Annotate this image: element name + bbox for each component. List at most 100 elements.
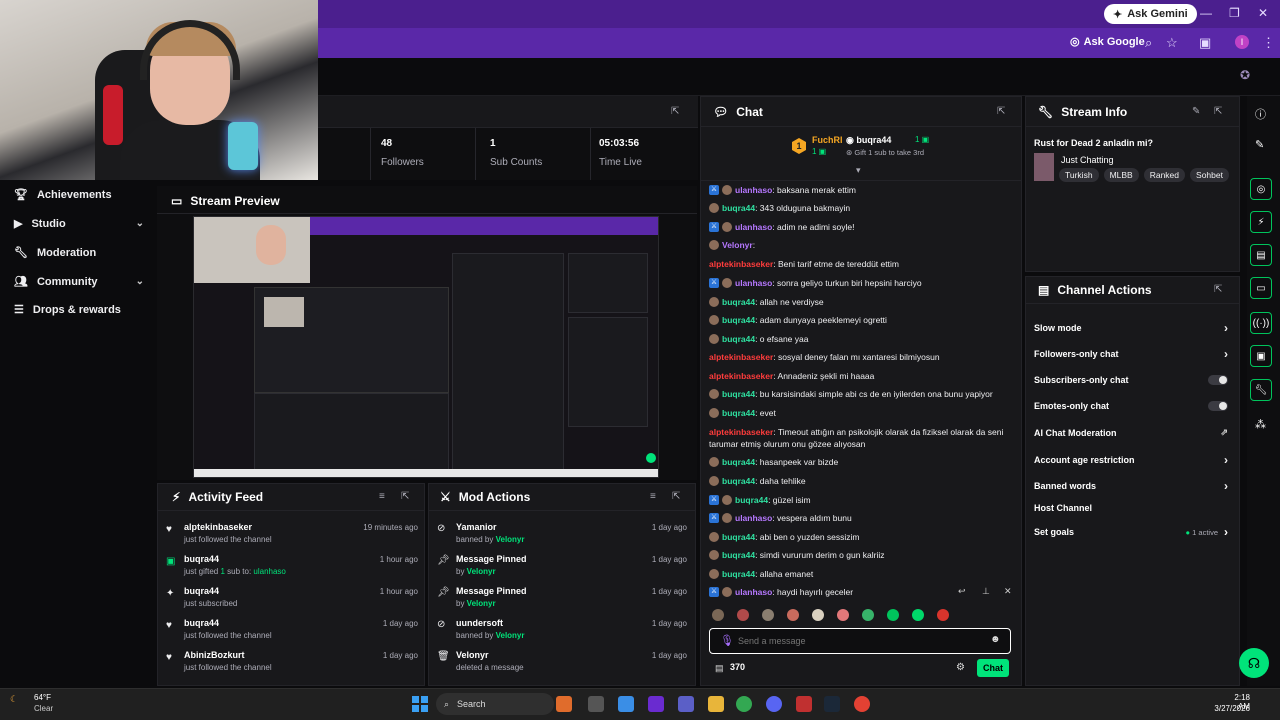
emote-icon[interactable] <box>737 609 749 621</box>
sidepanel-icon[interactable]: ▣ <box>1199 35 1211 51</box>
chat-message[interactable]: buqra44: evet <box>709 407 1015 419</box>
set-goals-row[interactable]: Set goals ● 1 active › <box>1034 525 1228 539</box>
mod-target[interactable]: uundersoft <box>456 618 503 628</box>
rail-button-terminal[interactable]: ▣ <box>1250 345 1272 367</box>
chat-message[interactable]: alptekinbaseker: Beni tarif etme de tere… <box>709 258 1015 270</box>
chat-username[interactable]: ulanhaso <box>735 222 772 232</box>
chat-message[interactable]: alptekinbaseker: Annadeniz şekli mi haaa… <box>709 370 1015 382</box>
filter-icon[interactable]: ≡ <box>379 491 385 502</box>
profile-avatar[interactable]: I <box>1235 35 1249 49</box>
chat-message[interactable]: alptekinbaseker: Timeout attığın an psik… <box>709 426 1015 450</box>
pin-icon[interactable]: ⊥ <box>982 586 990 597</box>
chat-username[interactable]: buqra44 <box>722 550 755 560</box>
emote-icon[interactable] <box>837 609 849 621</box>
subscribers-only-toggle[interactable] <box>1208 375 1228 385</box>
chat-username[interactable]: buqra44 <box>722 334 755 344</box>
chat-username[interactable]: buqra44 <box>722 476 755 486</box>
delete-icon[interactable]: ✕ <box>1004 586 1012 597</box>
minimize-icon[interactable]: — <box>1200 6 1212 20</box>
taskbar-app-icon[interactable] <box>678 696 694 712</box>
chat-username[interactable]: buqra44 <box>722 532 755 542</box>
chat-message[interactable]: ⚔ ulanhaso: baksana merak ettim <box>709 184 1015 196</box>
emote-icon[interactable] <box>862 609 874 621</box>
mic-icon[interactable]: 🎙︎ <box>720 634 734 647</box>
chat-message[interactable]: ⚔ ulanhaso: vespera aldım bunu <box>709 512 1015 524</box>
rail-button-wrench[interactable]: 🔧︎ <box>1250 379 1272 401</box>
chat-message[interactable]: buqra44: abi ben o yuzden sessizim <box>709 531 1015 543</box>
chat-username[interactable]: buqra44 <box>722 389 755 399</box>
activity-user[interactable]: buqra44 <box>184 586 219 596</box>
activity-user[interactable]: AbinizBozkurt <box>184 650 245 660</box>
taskbar-app-icon[interactable] <box>796 696 812 712</box>
activity-user[interactable]: alptekinbaseker <box>184 522 252 532</box>
chat-username[interactable]: buqra44 <box>735 495 768 505</box>
mod-target[interactable]: Yamanior <box>456 522 497 532</box>
rail-button-broadcast[interactable]: ((·)) <box>1250 312 1272 334</box>
slow-mode-row[interactable]: Slow mode › <box>1034 321 1228 335</box>
info-icon[interactable]: ⓘ <box>1255 106 1266 122</box>
chat-username[interactable]: ulanhaso <box>735 513 772 523</box>
nav-achievements[interactable]: 🏆︎ Achievements <box>14 188 144 202</box>
bookmark-star-icon[interactable]: ☆ <box>1166 35 1178 51</box>
tag[interactable]: Turkish <box>1059 168 1099 182</box>
chat-message[interactable]: Velonyr: <box>709 239 1015 251</box>
chat-message[interactable]: alptekinbaseker: sosyal deney falan mı x… <box>709 351 1015 363</box>
second-gifter[interactable]: ◉ buqra44 <box>846 135 891 146</box>
chat-message[interactable]: buqra44: o efsane yaa <box>709 333 1015 345</box>
chat-username[interactable]: alptekinbaseker <box>709 427 773 437</box>
chat-username[interactable]: ulanhaso <box>735 278 772 288</box>
taskbar-app-icon[interactable] <box>588 696 604 712</box>
settings-gear-icon[interactable]: ⚙ <box>956 662 965 673</box>
chat-message-input[interactable] <box>738 633 978 649</box>
gift-hint[interactable]: ⊛ Gift 1 sub to take 3rd <box>846 148 924 157</box>
zoom-icon[interactable]: ⌕ <box>1145 35 1152 51</box>
support-headset-button[interactable]: ☊ <box>1239 648 1269 678</box>
desc-target-user[interactable]: ulanhaso <box>253 567 285 576</box>
menu-icon[interactable]: ⋮ <box>1262 35 1275 51</box>
taskbar-search[interactable]: ⌕ Search <box>436 693 554 715</box>
host-channel-row[interactable]: Host Channel <box>1034 503 1228 513</box>
activity-user[interactable]: buqra44 <box>184 554 219 564</box>
ai-moderation-row[interactable]: AI Chat Moderation ⇗ <box>1034 427 1228 438</box>
popout-icon[interactable]: ⇱ <box>1214 284 1222 295</box>
emote-icon[interactable] <box>887 609 899 621</box>
emote-icon[interactable] <box>937 609 949 621</box>
emoji-icon[interactable]: ☻ <box>990 634 1001 645</box>
chat-message[interactable]: buqra44: allah ne verdiyse <box>709 296 1015 308</box>
taskbar-app-icon[interactable] <box>618 696 634 712</box>
chat-username[interactable]: buqra44 <box>722 457 755 467</box>
chat-message[interactable]: ⚔ ulanhaso: adim ne adimi soyle! <box>709 221 1015 233</box>
chat-username[interactable]: ulanhaso <box>735 185 772 195</box>
chat-username[interactable]: buqra44 <box>722 408 755 418</box>
mod-target[interactable]: Message Pinned <box>456 554 527 564</box>
stream-preview-video[interactable] <box>193 216 659 478</box>
chat-username[interactable]: alptekinbaseker <box>709 371 773 381</box>
weather-temp[interactable]: 64°F <box>34 693 51 702</box>
emote-icon[interactable] <box>787 609 799 621</box>
mod-target[interactable]: Message Pinned <box>456 586 527 596</box>
account-age-row[interactable]: Account age restriction › <box>1034 453 1228 467</box>
chat-username[interactable]: alptekinbaseker <box>709 352 773 362</box>
emote-icon[interactable] <box>762 609 774 621</box>
mod-user[interactable]: Velonyr <box>467 567 496 576</box>
category-name[interactable]: Just Chatting <box>1061 155 1114 165</box>
chat-username[interactable]: buqra44 <box>722 297 755 307</box>
mod-user[interactable]: Velonyr <box>496 535 525 544</box>
ask-gemini-button[interactable]: ✦ Ask Gemini <box>1104 4 1197 24</box>
rail-button-record[interactable]: ◎ <box>1250 178 1272 200</box>
taskbar-app-icon[interactable] <box>766 696 782 712</box>
chat-message[interactable]: ⚔ ulanhaso: haydi hayırlı geceler <box>709 586 1015 598</box>
taskbar-date[interactable]: 3/27/2026 <box>1208 704 1250 713</box>
tag[interactable]: Ranked <box>1143 168 1186 182</box>
collapse-arrow-icon[interactable]: ▾ <box>856 165 861 176</box>
chat-message[interactable]: buqra44: 343 olduguna bakmayin <box>709 202 1015 214</box>
chat-message[interactable]: ⚔ buqra44: güzel isim <box>709 494 1015 506</box>
mod-user[interactable]: Velonyr <box>467 599 496 608</box>
ask-google-button[interactable]: ◎ Ask Google <box>1070 35 1145 49</box>
tag[interactable]: MLBB <box>1103 168 1139 182</box>
nav-drops-rewards[interactable]: ☰ Drops & rewards <box>14 303 144 317</box>
emote-icon[interactable] <box>712 609 724 621</box>
popout-icon[interactable]: ⇱ <box>1214 106 1222 117</box>
windows-start-icon[interactable] <box>412 696 428 712</box>
rail-button-bolt[interactable]: ⚡︎ <box>1250 211 1272 233</box>
